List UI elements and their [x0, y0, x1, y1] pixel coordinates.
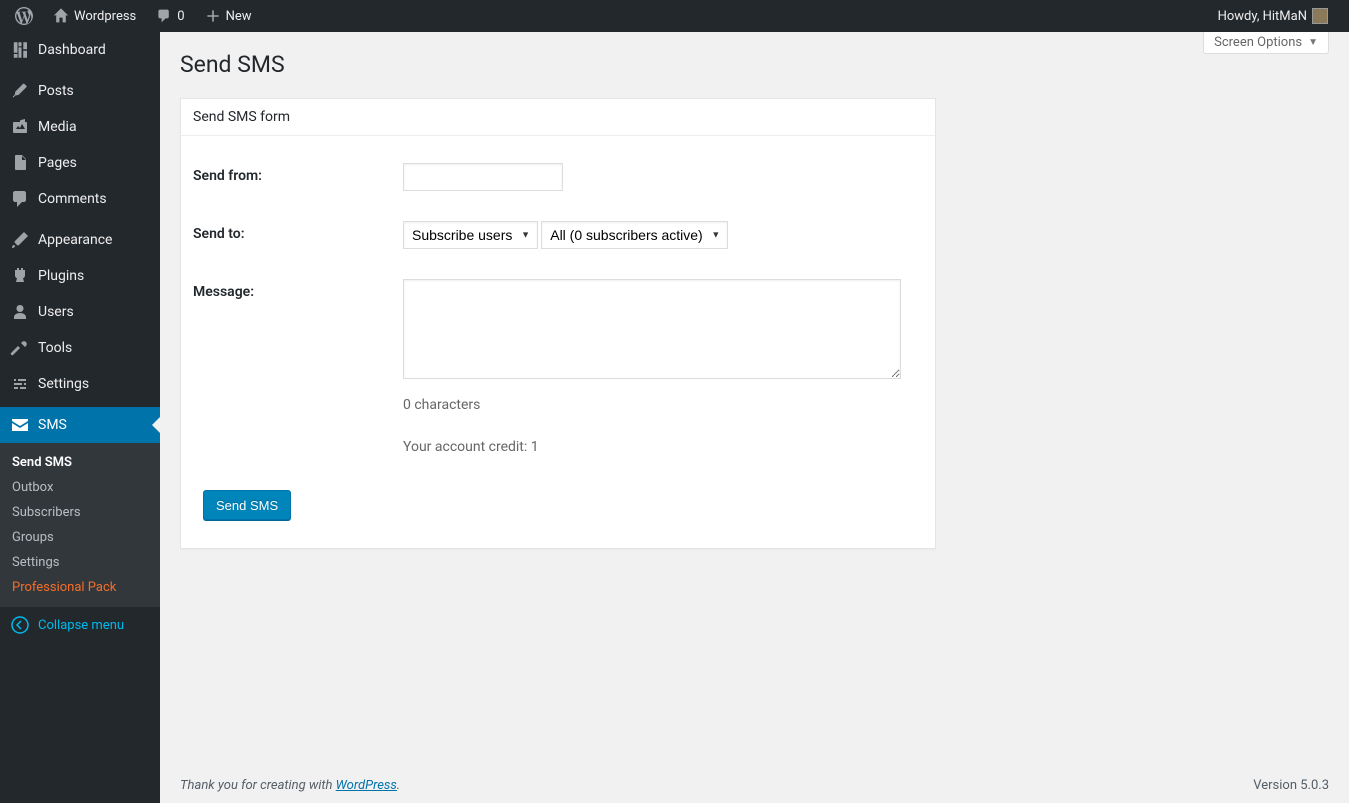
send-to-type-select[interactable]: Subscribe users	[403, 221, 538, 249]
user-icon	[10, 302, 30, 322]
send-sms-button[interactable]: Send SMS	[203, 490, 291, 520]
brush-icon	[10, 230, 30, 250]
account-credit: Your account credit: 1	[403, 439, 913, 455]
footer-thanks-prefix: Thank you for creating with	[180, 778, 336, 793]
send-from-input[interactable]	[403, 163, 563, 191]
sidebar-label: Media	[38, 119, 77, 135]
sidebar-item-pages[interactable]: Pages	[0, 145, 160, 181]
sidebar-label: Plugins	[38, 268, 84, 284]
pin-icon	[10, 81, 30, 101]
avatar	[1312, 8, 1328, 24]
site-name-link[interactable]: Wordpress	[46, 0, 143, 32]
media-icon	[10, 117, 30, 137]
wordpress-logo-icon	[15, 7, 33, 25]
collapse-label: Collapse menu	[38, 618, 124, 633]
admin-footer: Thank you for creating with WordPress. V…	[160, 768, 1349, 803]
dashboard-icon	[10, 40, 30, 60]
send-to-group-select[interactable]: All (0 subscribers active)	[541, 221, 728, 249]
sidebar-label: Users	[38, 304, 74, 320]
comments-link[interactable]: 0	[149, 0, 191, 32]
admin-sidebar: Dashboard Posts Media Pages Comments App…	[0, 32, 160, 803]
sidebar-item-sms[interactable]: SMS	[0, 407, 160, 443]
label-message: Message:	[193, 264, 393, 470]
pages-icon	[10, 153, 30, 173]
sidebar-label: Pages	[38, 155, 77, 171]
wrench-icon	[10, 338, 30, 358]
sidebar-label: SMS	[38, 417, 67, 433]
envelope-icon	[10, 415, 30, 435]
sidebar-label: Comments	[38, 191, 107, 207]
submenu-item-professional-pack[interactable]: Professional Pack	[0, 575, 160, 600]
collapse-menu-button[interactable]: Collapse menu	[0, 607, 160, 643]
submenu-item-groups[interactable]: Groups	[0, 525, 160, 550]
new-content-link[interactable]: New	[198, 0, 259, 32]
sidebar-item-comments[interactable]: Comments	[0, 181, 160, 217]
sidebar-label: Posts	[38, 83, 74, 99]
account-link[interactable]: Howdy, HitMaN	[1211, 0, 1335, 32]
send-sms-panel: Send SMS form Send from: Send to: Subscr…	[180, 98, 936, 549]
site-name: Wordpress	[74, 9, 136, 24]
submenu-item-settings[interactable]: Settings	[0, 550, 160, 575]
wp-logo-menu[interactable]	[8, 0, 40, 32]
sidebar-item-plugins[interactable]: Plugins	[0, 258, 160, 294]
sidebar-item-users[interactable]: Users	[0, 294, 160, 330]
collapse-icon	[10, 615, 30, 635]
new-label: New	[226, 9, 252, 24]
submenu-item-send-sms[interactable]: Send SMS	[0, 450, 160, 475]
admin-bar: Wordpress 0 New Howdy, HitMaN	[0, 0, 1349, 32]
sidebar-item-appearance[interactable]: Appearance	[0, 222, 160, 258]
chevron-down-icon: ▼	[1308, 37, 1318, 48]
submenu-item-subscribers[interactable]: Subscribers	[0, 500, 160, 525]
sidebar-item-tools[interactable]: Tools	[0, 330, 160, 366]
sidebar-label: Settings	[38, 376, 89, 392]
sidebar-item-posts[interactable]: Posts	[0, 73, 160, 109]
sidebar-item-dashboard[interactable]: Dashboard	[0, 32, 160, 68]
comment-count: 0	[177, 9, 184, 24]
sidebar-submenu-sms: Send SMS Outbox Subscribers Groups Setti…	[0, 443, 160, 607]
comment-icon	[156, 8, 172, 24]
wordpress-link[interactable]: WordPress	[336, 778, 397, 793]
message-textarea[interactable]	[403, 279, 901, 379]
screen-options-toggle[interactable]: Screen Options ▼	[1203, 32, 1329, 54]
submenu-item-outbox[interactable]: Outbox	[0, 475, 160, 500]
sidebar-label: Appearance	[38, 232, 112, 248]
page-title: Send SMS	[180, 42, 1329, 82]
char-count: 0 characters	[403, 397, 913, 413]
panel-header: Send SMS form	[181, 99, 935, 136]
sidebar-item-media[interactable]: Media	[0, 109, 160, 145]
sliders-icon	[10, 374, 30, 394]
footer-version: Version 5.0.3	[1253, 778, 1329, 793]
label-send-to: Send to:	[193, 206, 393, 264]
plug-icon	[10, 266, 30, 286]
sidebar-label: Dashboard	[38, 42, 106, 58]
plus-icon	[205, 8, 221, 24]
sidebar-label: Tools	[38, 340, 72, 356]
label-send-from: Send from:	[193, 148, 393, 206]
home-icon	[53, 8, 69, 24]
howdy-text: Howdy, HitMaN	[1218, 9, 1307, 24]
comments-icon	[10, 189, 30, 209]
screen-options-label: Screen Options	[1214, 35, 1302, 50]
sidebar-item-settings[interactable]: Settings	[0, 366, 160, 402]
main-content: Screen Options ▼ Send SMS Send SMS form …	[160, 32, 1349, 803]
